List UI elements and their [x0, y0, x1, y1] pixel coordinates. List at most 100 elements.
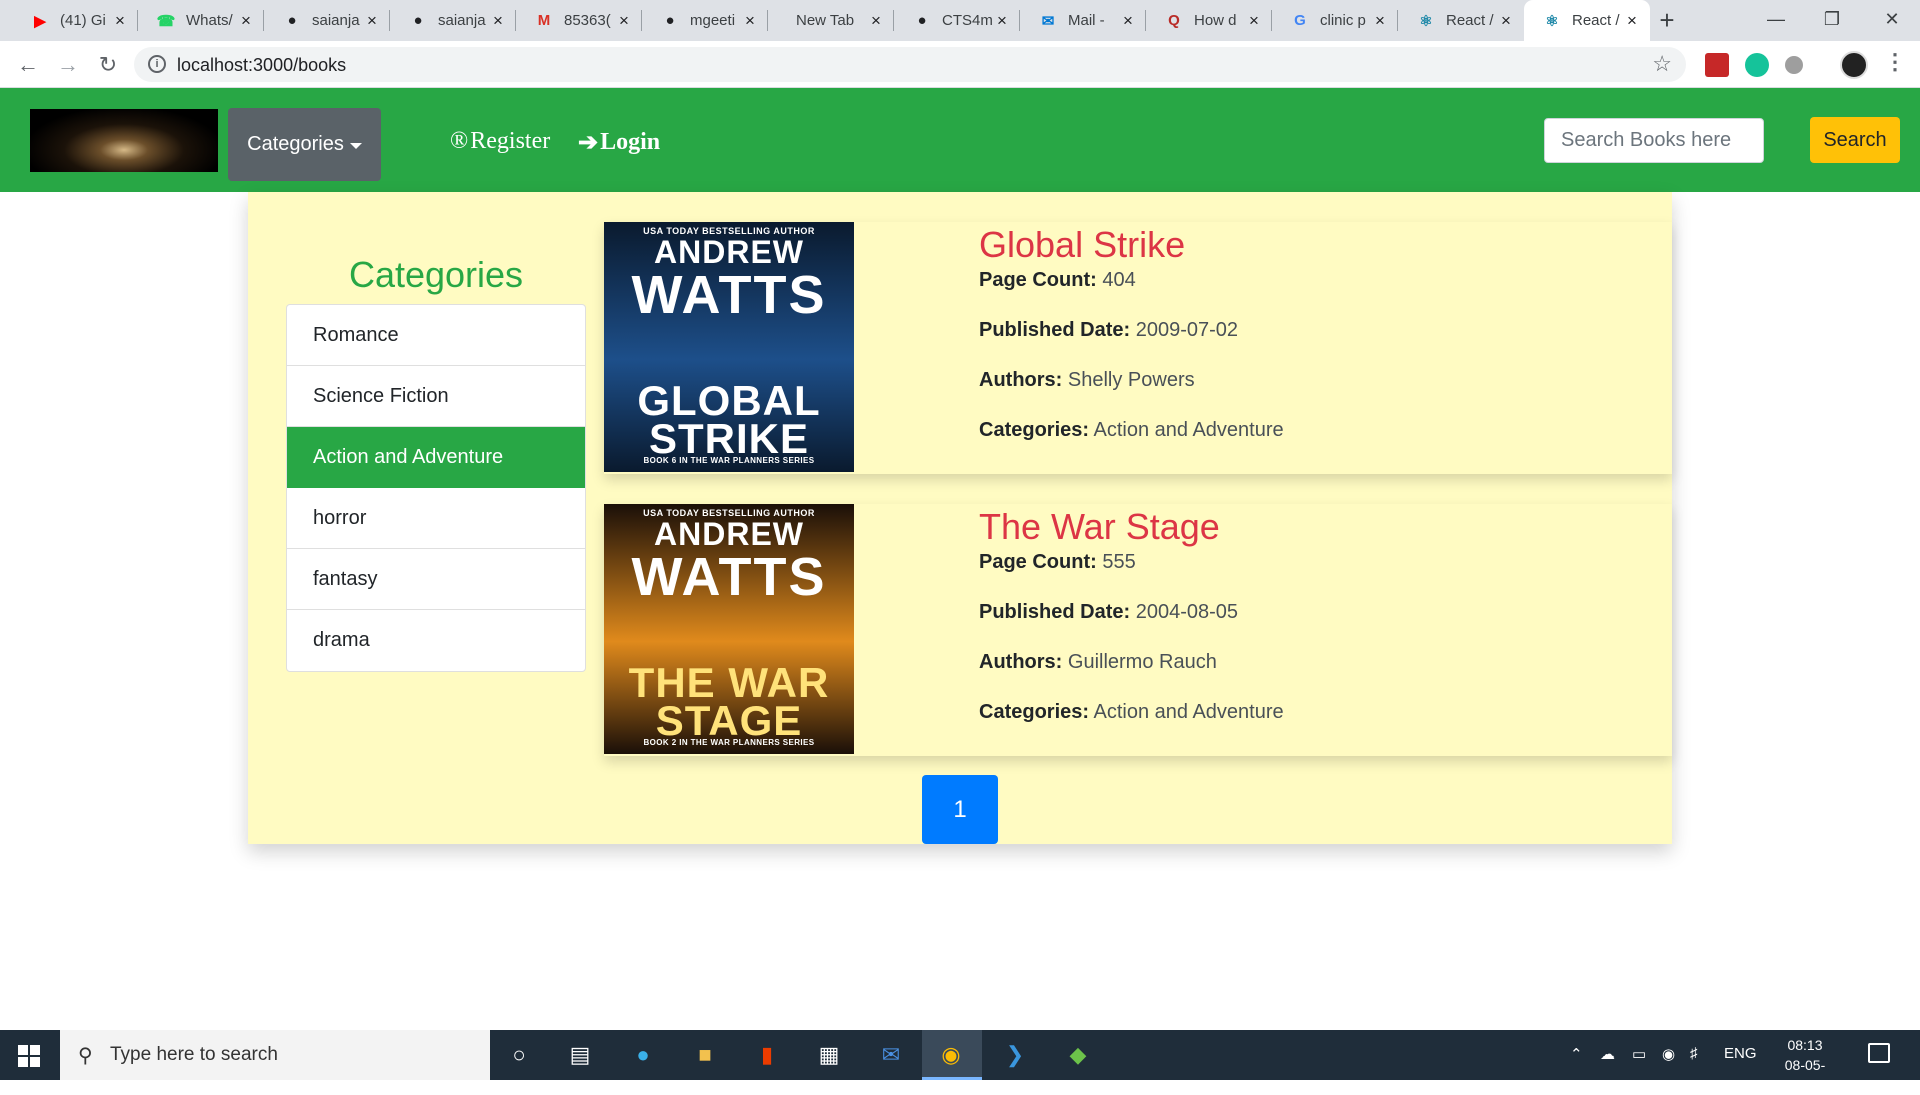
browser-tab[interactable]: Gclinic p ×	[1272, 0, 1398, 41]
outlook-icon: ✉	[1041, 12, 1055, 30]
page-count-label: Page Count:	[979, 551, 1097, 573]
cover-title: THE WAR STAGE	[628, 659, 830, 744]
authors-label: Authors:	[979, 369, 1063, 391]
notification-center-icon[interactable]	[1868, 1043, 1890, 1063]
browser-tab[interactable]: ☎ Whats/×	[138, 0, 264, 41]
language-indicator[interactable]: ENG	[1724, 1045, 1757, 1062]
search-button[interactable]: Search	[1810, 117, 1900, 163]
tab-title: How d	[1194, 12, 1237, 29]
new-tab-button[interactable]: +	[1652, 6, 1682, 36]
categories-field: Categories: Action and Adventure	[979, 698, 1284, 748]
browser-tab[interactable]: ✉ Mail - ×	[1020, 0, 1146, 41]
book-cover[interactable]: USA TODAY BESTSELLING AUTHOR ANDREW WATT…	[604, 222, 854, 472]
store-icon[interactable]: ▦	[814, 1040, 844, 1070]
book-title[interactable]: The War Stage	[979, 506, 1284, 548]
browser-tab[interactable]: ● saianja ×	[390, 0, 516, 41]
cortana-icon[interactable]: ○	[504, 1040, 534, 1070]
tab-close-icon[interactable]: ×	[740, 11, 760, 31]
vscode-icon[interactable]: ❯	[1000, 1040, 1030, 1070]
category-item[interactable]: Action and Adventure	[287, 427, 585, 488]
bookmark-star-icon[interactable]: ☆	[1652, 51, 1672, 77]
url-text[interactable]: localhost:3000/books	[177, 55, 346, 76]
tab-close-icon[interactable]: ×	[992, 11, 1012, 31]
git-icon[interactable]: ◆	[1063, 1040, 1093, 1070]
category-item[interactable]: Science Fiction	[287, 366, 585, 427]
book-logo[interactable]	[30, 109, 218, 172]
browser-tab[interactable]: M 85363(×	[516, 0, 642, 41]
browser-tab[interactable]: ⚛ React / ×	[1398, 0, 1524, 41]
battery-icon[interactable]: ▭	[1632, 1045, 1646, 1063]
file-explorer-icon[interactable]: ■	[690, 1040, 720, 1070]
browser-tab[interactable]: ● saianja ×	[264, 0, 390, 41]
register-link[interactable]: ® Register	[450, 128, 550, 155]
extension-circle-icon[interactable]	[1785, 56, 1803, 74]
book-card: USA TODAY BESTSELLING AUTHOR ANDREW WATT…	[604, 222, 1672, 474]
taskbar-search-box[interactable]: ⚲ Type here to search	[60, 1030, 490, 1080]
categories-dropdown[interactable]: Categories	[228, 108, 381, 181]
category-item[interactable]: horror	[287, 488, 585, 549]
browser-tab[interactable]: ● CTS4m ×	[894, 0, 1020, 41]
login-link[interactable]: ➔ Login	[578, 128, 660, 157]
reload-icon[interactable]: ↻	[92, 49, 124, 81]
app-navbar: Categories ® Register ➔ Login Search	[0, 88, 1920, 192]
page-count-value: 555	[1102, 551, 1136, 573]
tab-close-icon[interactable]: ×	[1244, 11, 1264, 31]
minimize-button[interactable]: —	[1748, 0, 1804, 41]
site-info-icon[interactable]: i	[148, 55, 166, 73]
categories-label: Categories:	[979, 419, 1090, 441]
page-count-field: Page Count: 555	[979, 548, 1284, 598]
taskbar-search-placeholder: Type here to search	[110, 1044, 278, 1065]
whatsapp-icon: ☎	[156, 12, 176, 30]
book-title[interactable]: Global Strike	[979, 224, 1284, 266]
browser-tab[interactable]: ● mgeeti ×	[642, 0, 768, 41]
edge-icon[interactable]: ●	[628, 1040, 658, 1070]
tab-close-icon[interactable]: ×	[1370, 11, 1390, 31]
restore-button[interactable]: ❐	[1804, 0, 1860, 41]
category-item[interactable]: fantasy	[287, 549, 585, 610]
tab-title: (41) Gi	[60, 12, 106, 29]
gmail-icon: M	[537, 12, 551, 29]
tab-close-icon[interactable]: ×	[1622, 11, 1642, 31]
wifi-icon[interactable]: ◉	[1662, 1045, 1675, 1063]
browser-tab[interactable]: ⚛ React / ×	[1524, 0, 1650, 41]
address-bar[interactable]: i localhost:3000/books ☆	[134, 47, 1686, 82]
office-icon[interactable]: ▮	[752, 1040, 782, 1070]
tab-close-icon[interactable]: ×	[236, 11, 256, 31]
windows-start-icon[interactable]	[18, 1045, 40, 1067]
close-window-button[interactable]: ✕	[1864, 0, 1920, 41]
profile-avatar[interactable]	[1840, 51, 1868, 79]
volume-icon[interactable]: ♯	[1690, 1045, 1698, 1062]
browser-menu-icon[interactable]: ⋮	[1884, 49, 1906, 75]
forward-arrow-icon[interactable]: →	[52, 49, 84, 81]
tab-close-icon[interactable]: ×	[1496, 11, 1516, 31]
tab-close-icon[interactable]: ×	[614, 11, 634, 31]
show-hidden-icons-icon[interactable]: ⌃	[1570, 1045, 1583, 1063]
tab-close-icon[interactable]: ×	[866, 11, 886, 31]
search-books-input[interactable]	[1544, 118, 1764, 163]
category-item[interactable]: drama	[287, 610, 585, 671]
browser-tab[interactable]: ▶ (41) Gi ×	[12, 0, 138, 41]
github-icon: ●	[917, 12, 927, 29]
task-view-icon[interactable]: ▤	[565, 1040, 595, 1070]
quora-icon: Q	[1168, 12, 1180, 29]
browser-tab[interactable]: Q How d ×	[1146, 0, 1272, 41]
chrome-icon: ◉	[941, 1042, 961, 1067]
page-count-label: Page Count:	[979, 269, 1097, 291]
caret-down-icon	[349, 142, 362, 149]
book-cover[interactable]: USA TODAY BESTSELLING AUTHOR ANDREW WATT…	[604, 504, 854, 754]
react-icon: ⚛	[1545, 12, 1559, 30]
tab-close-icon[interactable]: ×	[488, 11, 508, 31]
back-arrow-icon[interactable]: ←	[12, 49, 44, 81]
tab-close-icon[interactable]: ×	[1118, 11, 1138, 31]
tab-close-icon[interactable]: ×	[110, 11, 130, 31]
tab-close-icon[interactable]: ×	[362, 11, 382, 31]
mail-icon[interactable]: ✉	[876, 1040, 906, 1070]
grammarly-icon[interactable]	[1745, 53, 1769, 77]
chrome-taskbar-item[interactable]: ◉	[922, 1030, 982, 1080]
extension-icon[interactable]	[1705, 53, 1729, 77]
category-item[interactable]: Romance	[287, 305, 585, 366]
browser-tab[interactable]: New Tab ×	[768, 0, 894, 41]
onedrive-icon[interactable]: ☁	[1600, 1045, 1615, 1063]
pagination-page-button[interactable]: 1	[922, 775, 998, 844]
system-clock[interactable]: 08:13 08-05-2020	[1770, 1035, 1840, 1095]
